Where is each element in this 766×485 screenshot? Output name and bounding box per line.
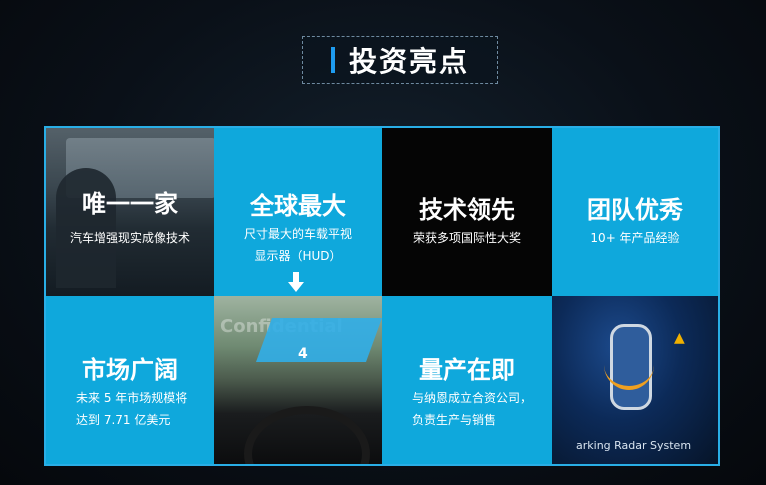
tile-production-subtitle-1: 与纳恩成立合资公司， (412, 391, 533, 405)
tile-team: 团队优秀 10+ 年产品经验 (552, 128, 718, 296)
tile-tech-title: 技术领先 (419, 196, 515, 224)
tile-market-subtitle-1: 未来 5 年市场规模将 (76, 391, 188, 405)
tile-team-subtitle: 10+ 年产品经验 (590, 231, 680, 245)
tile-largest-subtitle-1: 尺寸最大的车载平视 (243, 227, 352, 241)
page-title: 投资亮点 (348, 45, 469, 78)
tile-unique: 唯一一家 汽车增强现实成像技术 (46, 128, 214, 296)
tile-tech: 技术领先 荣获多项国际性大奖 (382, 128, 552, 296)
section-title-box: 投资亮点 (302, 36, 498, 84)
tile-market-subtitle-2: 达到 7.71 亿美元 (76, 413, 171, 427)
tile-largest-title: 全球最大 (250, 192, 346, 220)
tile-production-subtitle-2: 负责生产与销售 (412, 413, 497, 427)
tile-market: 市场广阔 未来 5 年市场规模将 达到 7.71 亿美元 (46, 296, 214, 464)
steering-wheel (244, 406, 370, 464)
tile-tech-subtitle: 荣获多项国际性大奖 (412, 231, 521, 245)
tile-largest: 全球最大 尺寸最大的车载平视 显示器（HUD） (214, 128, 382, 296)
radar-caption: arking Radar System (576, 439, 692, 452)
tile-unique-subtitle: 汽车增强现实成像技术 (69, 231, 190, 245)
tile-unique-title: 唯一一家 (82, 190, 178, 218)
tile-production-title: 量产在即 (419, 356, 515, 384)
tile-production: 量产在即 与纳恩成立合资公司， 负责生产与销售 (382, 296, 552, 464)
tile-radar-photo: ▲ arking Radar System (552, 296, 718, 464)
hud-lane-number: 4 (298, 346, 308, 362)
arrow-down-icon (288, 272, 304, 292)
title-accent-bar (330, 47, 335, 73)
tile-largest-subtitle-2: 显示器（HUD） (254, 249, 342, 263)
tile-team-title: 团队优秀 (587, 196, 683, 224)
tile-market-title: 市场广阔 (82, 356, 178, 384)
warning-icon: ▲ (674, 330, 685, 346)
tile-hud-road-photo: Confidential 4 (214, 296, 382, 464)
highlights-grid: 唯一一家 汽车增强现实成像技术 全球最大 尺寸最大的车载平视 显示器（HUD） … (44, 126, 720, 466)
hud-lane-overlay (255, 318, 382, 362)
